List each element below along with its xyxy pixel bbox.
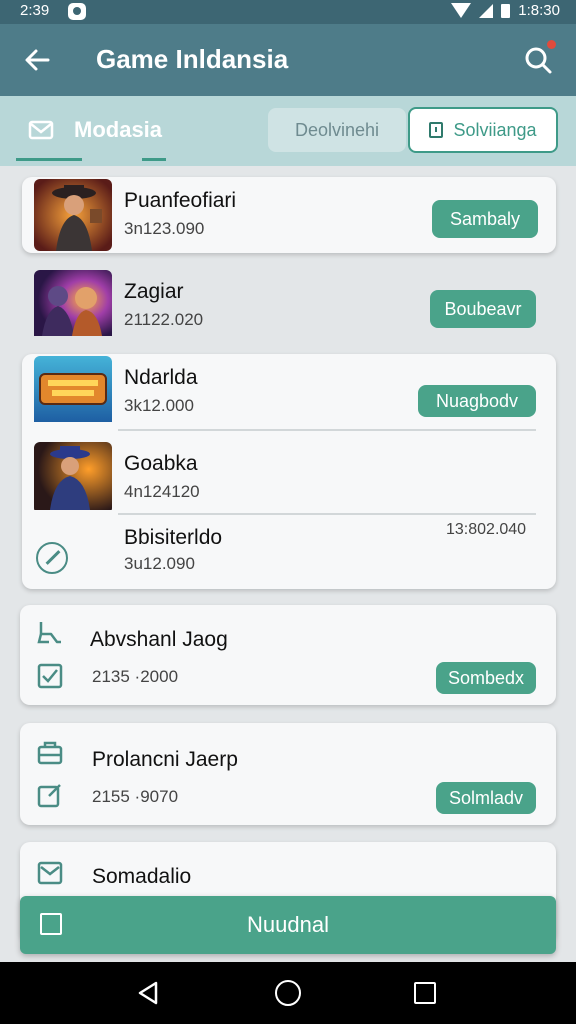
tab-bar: Modasia Deolvinehi Solviianga	[0, 96, 576, 166]
game-subtitle: 21122.020	[124, 310, 204, 329]
tab-deolvinehi[interactable]: Deolvinehi	[268, 108, 406, 152]
item-title: Abvshanl Jaog	[90, 628, 228, 651]
game-thumbnail	[34, 442, 112, 514]
notification-dot	[547, 40, 556, 49]
game-thumbnail	[34, 179, 112, 251]
tab-solviianga[interactable]: Solviianga	[408, 107, 558, 153]
game-subtitle: 3u12.090	[124, 554, 195, 573]
arrow-left-icon	[25, 49, 50, 71]
list-item[interactable]: Ndarlda 3k12.000 Nuagbodv	[34, 356, 544, 432]
item-subtitle: 2155 ·9070	[92, 787, 179, 806]
game-title: Zagiar	[124, 280, 184, 303]
nav-back-icon[interactable]	[134, 978, 164, 1008]
battery-icon	[501, 3, 511, 18]
cellular-icon	[479, 3, 494, 18]
list-item[interactable]: Goabka 4n124120	[34, 442, 544, 518]
tab-label: Solviianga	[453, 119, 537, 140]
status-bar: 2:39 1:8:30	[0, 0, 576, 24]
divider	[118, 429, 536, 431]
list-item[interactable]: Zagiar 21122.020 Boubeavr	[34, 270, 544, 346]
bag-icon	[37, 741, 63, 765]
lock-icon	[429, 122, 444, 138]
tab-indicator	[16, 158, 82, 161]
item-title: Prolancni Jaerp	[92, 748, 238, 771]
notification-icon	[68, 3, 86, 20]
game-subtitle: 3n123.090	[124, 219, 205, 238]
game-thumbnail	[34, 356, 112, 428]
list-item[interactable]: Puanfeofiari 3n123.090 Sambaly	[34, 179, 544, 255]
mail-icon	[37, 861, 63, 885]
edit-icon[interactable]	[37, 782, 63, 808]
item-title: Somadalio	[92, 865, 192, 888]
game-title: Ndarlda	[124, 366, 198, 389]
wifi-icon	[451, 3, 472, 18]
nav-recents-icon[interactable]	[414, 982, 436, 1004]
action-label: Nuudnal	[247, 912, 329, 937]
game-title: Puanfeofiari	[124, 189, 237, 212]
game-title: Bbisiterldo	[124, 526, 223, 549]
game-title: Goabka	[124, 452, 198, 475]
game-timestamp: 13:802.040	[446, 521, 527, 538]
item-subtitle: 2135 ·2000	[92, 667, 179, 686]
bottom-action-button[interactable]: Nuudnal	[20, 896, 556, 954]
back-button[interactable]	[18, 40, 58, 80]
divider	[118, 513, 536, 515]
system-nav-bar	[0, 962, 576, 1024]
checkbox-icon[interactable]	[37, 663, 63, 689]
game-action-button[interactable]: Boubeavr	[430, 290, 536, 328]
game-action-button[interactable]: Nuagbodv	[418, 385, 536, 417]
tab-label: Modasia	[74, 117, 163, 142]
nav-home-icon[interactable]	[275, 980, 301, 1006]
game-subtitle: 4n124120	[124, 482, 200, 501]
tab-indicator-secondary	[142, 158, 166, 161]
mail-icon	[28, 120, 54, 140]
status-time: 2:39	[20, 2, 50, 19]
status-right-time: 1:8:30	[518, 2, 560, 19]
page-title: Game Inldansia	[96, 44, 289, 74]
seat-icon	[37, 622, 61, 644]
item-action-button[interactable]: Solmladv	[436, 782, 536, 814]
item-action-button[interactable]: Sombedx	[436, 662, 536, 694]
compass-icon	[36, 542, 68, 574]
game-thumbnail	[34, 270, 112, 342]
app-bar: Game Inldansia	[0, 24, 576, 96]
game-action-button[interactable]: Sambaly	[432, 200, 538, 238]
tab-modasia[interactable]: Modasia	[16, 96, 166, 164]
game-subtitle: 3k12.000	[124, 396, 194, 415]
